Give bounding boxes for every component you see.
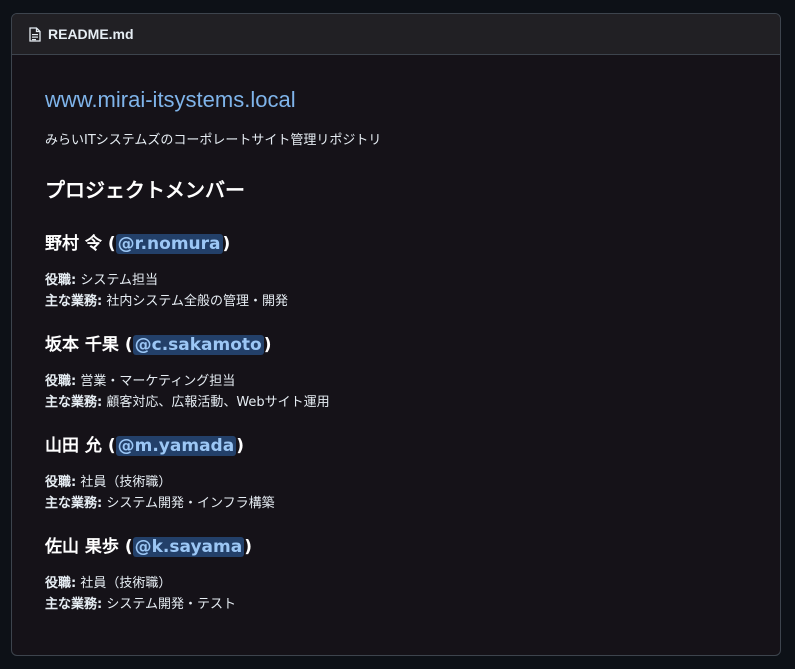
member-mention-link[interactable]: @r.nomura — [115, 234, 223, 254]
paren-close: ) — [236, 436, 244, 456]
role-label: 役職: — [45, 374, 77, 389]
role-label: 役職: — [45, 576, 77, 591]
member-duty-line: 主な業務: 社内システム全般の管理・開発 — [45, 291, 747, 312]
member-mention-link[interactable]: @m.yamada — [115, 436, 237, 456]
paren-open: ( — [124, 537, 133, 557]
paren-open: ( — [107, 436, 116, 456]
member-name: 坂本 千果 — [45, 335, 119, 355]
member-heading: 山田 允 (@m.yamada) — [45, 431, 747, 456]
member-role: 社員（技術職） — [80, 475, 172, 490]
member-item: 坂本 千果 (@c.sakamoto) 役職: 営業・マーケティング担当 主な業… — [45, 330, 747, 413]
member-duty-line: 主な業務: 顧客対応、広報活動、Webサイト運用 — [45, 392, 747, 413]
duty-label: 主な業務: — [45, 597, 103, 612]
role-label: 役職: — [45, 475, 77, 490]
member-role: 社員（技術職） — [80, 576, 172, 591]
readme-panel: README.md www.mirai-itsystems.local みらいI… — [11, 13, 781, 656]
member-duty: システム開発・テスト — [106, 597, 236, 612]
member-item: 山田 允 (@m.yamada) 役職: 社員（技術職） 主な業務: システム開… — [45, 431, 747, 514]
member-role-line: 役職: 社員（技術職） — [45, 573, 747, 594]
member-mention-link[interactable]: @k.sayama — [132, 537, 245, 557]
paren-close: ) — [222, 234, 231, 254]
section-title-members: プロジェクトメンバー — [45, 178, 245, 202]
file-icon — [29, 26, 41, 42]
paren-open: ( — [107, 234, 116, 254]
member-name: 山田 允 — [45, 436, 102, 456]
member-item: 佐山 果歩 (@k.sayama) 役職: 社員（技術職） 主な業務: システム… — [45, 532, 747, 615]
member-role: 営業・マーケティング担当 — [80, 374, 236, 389]
member-duty-line: 主な業務: システム開発・インフラ構築 — [45, 493, 747, 514]
paren-close: ) — [244, 537, 252, 557]
duty-label: 主な業務: — [45, 294, 103, 309]
member-duty: 社内システム全般の管理・開発 — [106, 294, 288, 309]
member-duty-line: 主な業務: システム開発・テスト — [45, 594, 747, 615]
file-name[interactable]: README.md — [48, 26, 134, 42]
member-name: 野村 令 — [45, 234, 102, 254]
member-role: システム担当 — [80, 273, 158, 288]
member-duty: システム開発・インフラ構築 — [106, 496, 275, 511]
duty-label: 主な業務: — [45, 496, 103, 511]
duty-label: 主な業務: — [45, 395, 103, 410]
member-role-line: 役職: 営業・マーケティング担当 — [45, 371, 747, 392]
role-label: 役職: — [45, 273, 77, 288]
member-heading: 佐山 果歩 (@k.sayama) — [45, 532, 747, 557]
member-role-line: 役職: システム担当 — [45, 270, 747, 291]
paren-open: ( — [124, 335, 133, 355]
readme-content: www.mirai-itsystems.local みらいITシステムズのコーポ… — [12, 55, 780, 615]
member-duty: 顧客対応、広報活動、Webサイト運用 — [106, 395, 330, 410]
member-heading: 坂本 千果 (@c.sakamoto) — [45, 330, 747, 355]
paren-close: ) — [263, 335, 272, 355]
repo-title-link[interactable]: www.mirai-itsystems.local — [45, 87, 296, 113]
member-mention-link[interactable]: @c.sakamoto — [132, 335, 264, 355]
repo-description: みらいITシステムズのコーポレートサイト管理リポジトリ — [45, 133, 382, 148]
readme-header: README.md — [12, 14, 780, 55]
member-name: 佐山 果歩 — [45, 537, 119, 557]
member-item: 野村 令 (@r.nomura) 役職: システム担当 主な業務: 社内システム… — [45, 229, 747, 312]
member-heading: 野村 令 (@r.nomura) — [45, 229, 747, 254]
member-role-line: 役職: 社員（技術職） — [45, 472, 747, 493]
